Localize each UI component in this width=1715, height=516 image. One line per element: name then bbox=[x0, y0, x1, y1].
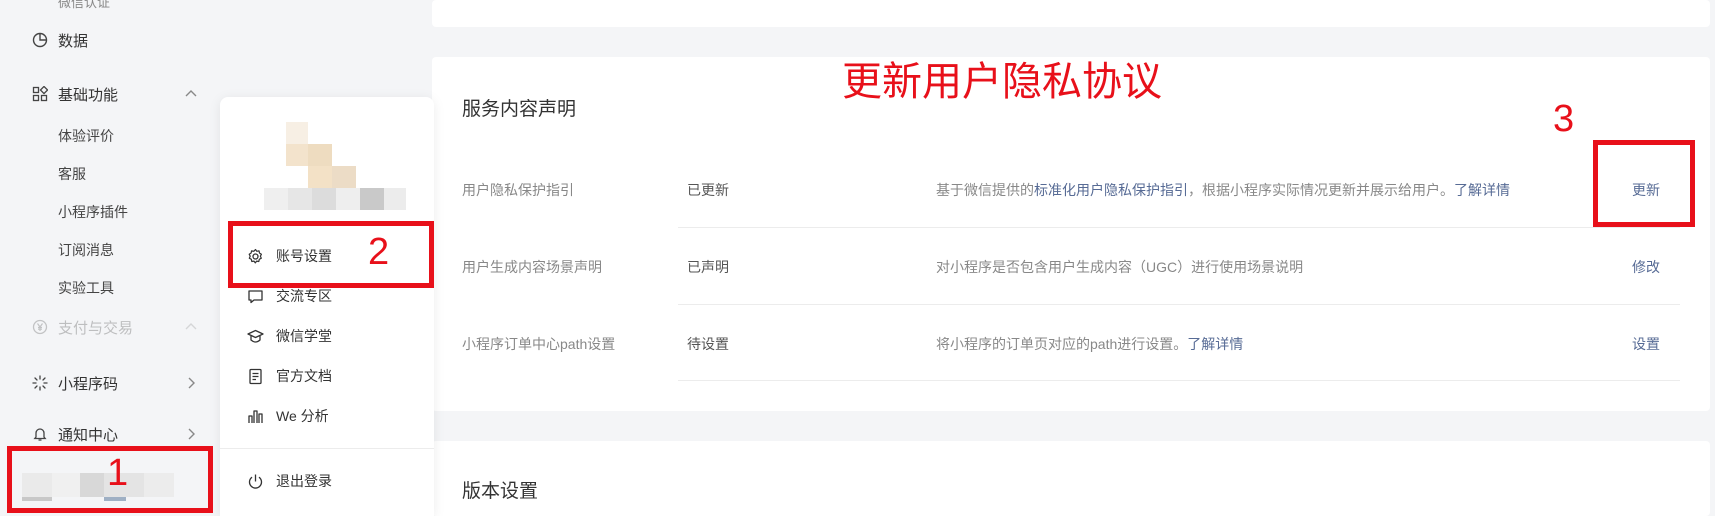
sidebar-item-basic[interactable]: 基础功能 bbox=[30, 81, 200, 107]
grid-icon bbox=[30, 84, 50, 104]
version-card bbox=[432, 441, 1710, 516]
sidebar-item-label: 通知中心 bbox=[58, 426, 119, 444]
blurred-name bbox=[264, 188, 288, 210]
row-desc-ugc: 对小程序是否包含用户生成内容（UGC）进行使用场景说明 bbox=[936, 259, 1304, 275]
menu-item-academy[interactable]: 微信学堂 bbox=[246, 324, 416, 348]
menu-item-docs[interactable]: 官方文档 bbox=[246, 364, 416, 388]
row-label-order-path: 小程序订单中心path设置 bbox=[462, 336, 616, 352]
row-status-ugc: 已声明 bbox=[687, 259, 729, 275]
menu-item-logout[interactable]: 退出登录 bbox=[246, 469, 416, 493]
row-divider bbox=[678, 227, 1680, 228]
avatar bbox=[286, 144, 308, 166]
version-card-title: 版本设置 bbox=[462, 481, 539, 502]
row-divider bbox=[678, 304, 1680, 305]
sidebar-subitem-review[interactable]: 体验评价 bbox=[58, 126, 114, 146]
annotation-box-2 bbox=[228, 221, 434, 288]
sidebar-item-wechat-verify[interactable]: 微信认证 bbox=[58, 0, 110, 11]
modify-ugc-button[interactable]: 修改 bbox=[1632, 257, 1660, 277]
user-dropdown-menu: 账号设置 交流专区 微信学堂 官方文档 We 分析 退出登录 bbox=[220, 97, 434, 516]
sidebar-item-notify[interactable]: 通知中心 bbox=[30, 421, 200, 447]
annotation-number-1: 1 bbox=[107, 452, 129, 494]
sidebar-item-payment[interactable]: 支付与交易 bbox=[30, 314, 200, 340]
menu-divider bbox=[220, 448, 434, 449]
sidebar-item-qrcode[interactable]: 小程序码 bbox=[30, 370, 200, 396]
power-icon bbox=[246, 472, 264, 490]
bell-icon bbox=[30, 424, 50, 444]
sidebar: 微信认证 数据 基础功能 体验评价 客服 小程序插件 订阅消息 实验工具 支付与… bbox=[0, 0, 218, 516]
annotation-box-3 bbox=[1593, 140, 1695, 227]
annotation-number-3: 3 bbox=[1553, 98, 1575, 140]
desc-text: 基于微信提供的 bbox=[936, 182, 1034, 198]
avatar bbox=[332, 166, 356, 188]
menu-item-label: 官方文档 bbox=[276, 368, 332, 384]
sidebar-subitem-lab[interactable]: 实验工具 bbox=[58, 278, 114, 298]
desc-text: ，根据小程序实际情况更新并展示给用户。 bbox=[1188, 182, 1454, 198]
sidebar-item-label: 小程序码 bbox=[58, 375, 119, 393]
row-label-privacy: 用户隐私保护指引 bbox=[462, 182, 574, 198]
sidebar-item-label: 支付与交易 bbox=[58, 319, 134, 337]
blurred-name bbox=[312, 188, 336, 210]
document-icon bbox=[246, 367, 264, 385]
chevron-up-icon[interactable] bbox=[182, 318, 200, 336]
chat-bubble-icon bbox=[246, 287, 264, 305]
menu-item-label: 退出登录 bbox=[276, 473, 332, 489]
graduation-cap-icon bbox=[246, 327, 264, 345]
service-card bbox=[432, 57, 1710, 411]
menu-item-label: 交流专区 bbox=[276, 288, 332, 304]
sidebar-item-label: 数据 bbox=[58, 32, 89, 50]
sidebar-item-data[interactable]: 数据 bbox=[30, 27, 200, 53]
menu-item-label: 微信学堂 bbox=[276, 328, 332, 344]
blurred-name bbox=[384, 188, 406, 210]
set-order-path-button[interactable]: 设置 bbox=[1632, 334, 1660, 354]
row-status-order-path: 待设置 bbox=[687, 336, 729, 352]
annotation-number-2: 2 bbox=[368, 231, 390, 273]
avatar bbox=[308, 144, 332, 166]
row-status-privacy: 已更新 bbox=[687, 182, 729, 198]
pie-chart-icon bbox=[30, 30, 50, 50]
mini-program-code-icon bbox=[30, 373, 50, 393]
annotation-title: 更新用户隐私协议 bbox=[842, 60, 1162, 104]
desc-text: 将小程序的订单页对应的path进行设置。 bbox=[936, 336, 1188, 352]
menu-item-we-analysis[interactable]: We 分析 bbox=[246, 404, 416, 428]
sidebar-subitem-plugin[interactable]: 小程序插件 bbox=[58, 202, 128, 222]
sidebar-item-label: 基础功能 bbox=[58, 86, 119, 104]
learn-more-link[interactable]: 了解详情 bbox=[1454, 182, 1510, 198]
chevron-right-icon[interactable] bbox=[182, 374, 200, 392]
row-desc-order-path: 将小程序的订单页对应的path进行设置。了解详情 bbox=[936, 334, 1243, 354]
blurred-name bbox=[336, 188, 360, 210]
privacy-guide-link[interactable]: 标准化用户隐私保护指引 bbox=[1034, 182, 1188, 198]
sidebar-subitem-subscribe[interactable]: 订阅消息 bbox=[58, 240, 114, 260]
chevron-up-icon[interactable] bbox=[182, 85, 200, 103]
menu-item-label: We 分析 bbox=[276, 408, 329, 424]
row-desc-privacy: 基于微信提供的标准化用户隐私保护指引，根据小程序实际情况更新并展示给用户。了解详… bbox=[936, 180, 1510, 200]
yen-icon bbox=[30, 317, 50, 337]
row-label-ugc: 用户生成内容场景声明 bbox=[462, 259, 602, 275]
avatar bbox=[286, 122, 308, 144]
avatar bbox=[308, 166, 332, 188]
top-card bbox=[432, 0, 1710, 27]
sidebar-subitem-service[interactable]: 客服 bbox=[58, 164, 86, 184]
blurred-name bbox=[360, 188, 384, 210]
service-card-title: 服务内容声明 bbox=[462, 99, 577, 120]
chevron-right-icon[interactable] bbox=[182, 425, 200, 443]
learn-more-link[interactable]: 了解详情 bbox=[1187, 336, 1243, 352]
row-divider bbox=[678, 380, 1680, 381]
analytics-icon bbox=[246, 407, 264, 425]
blurred-name bbox=[288, 188, 312, 210]
